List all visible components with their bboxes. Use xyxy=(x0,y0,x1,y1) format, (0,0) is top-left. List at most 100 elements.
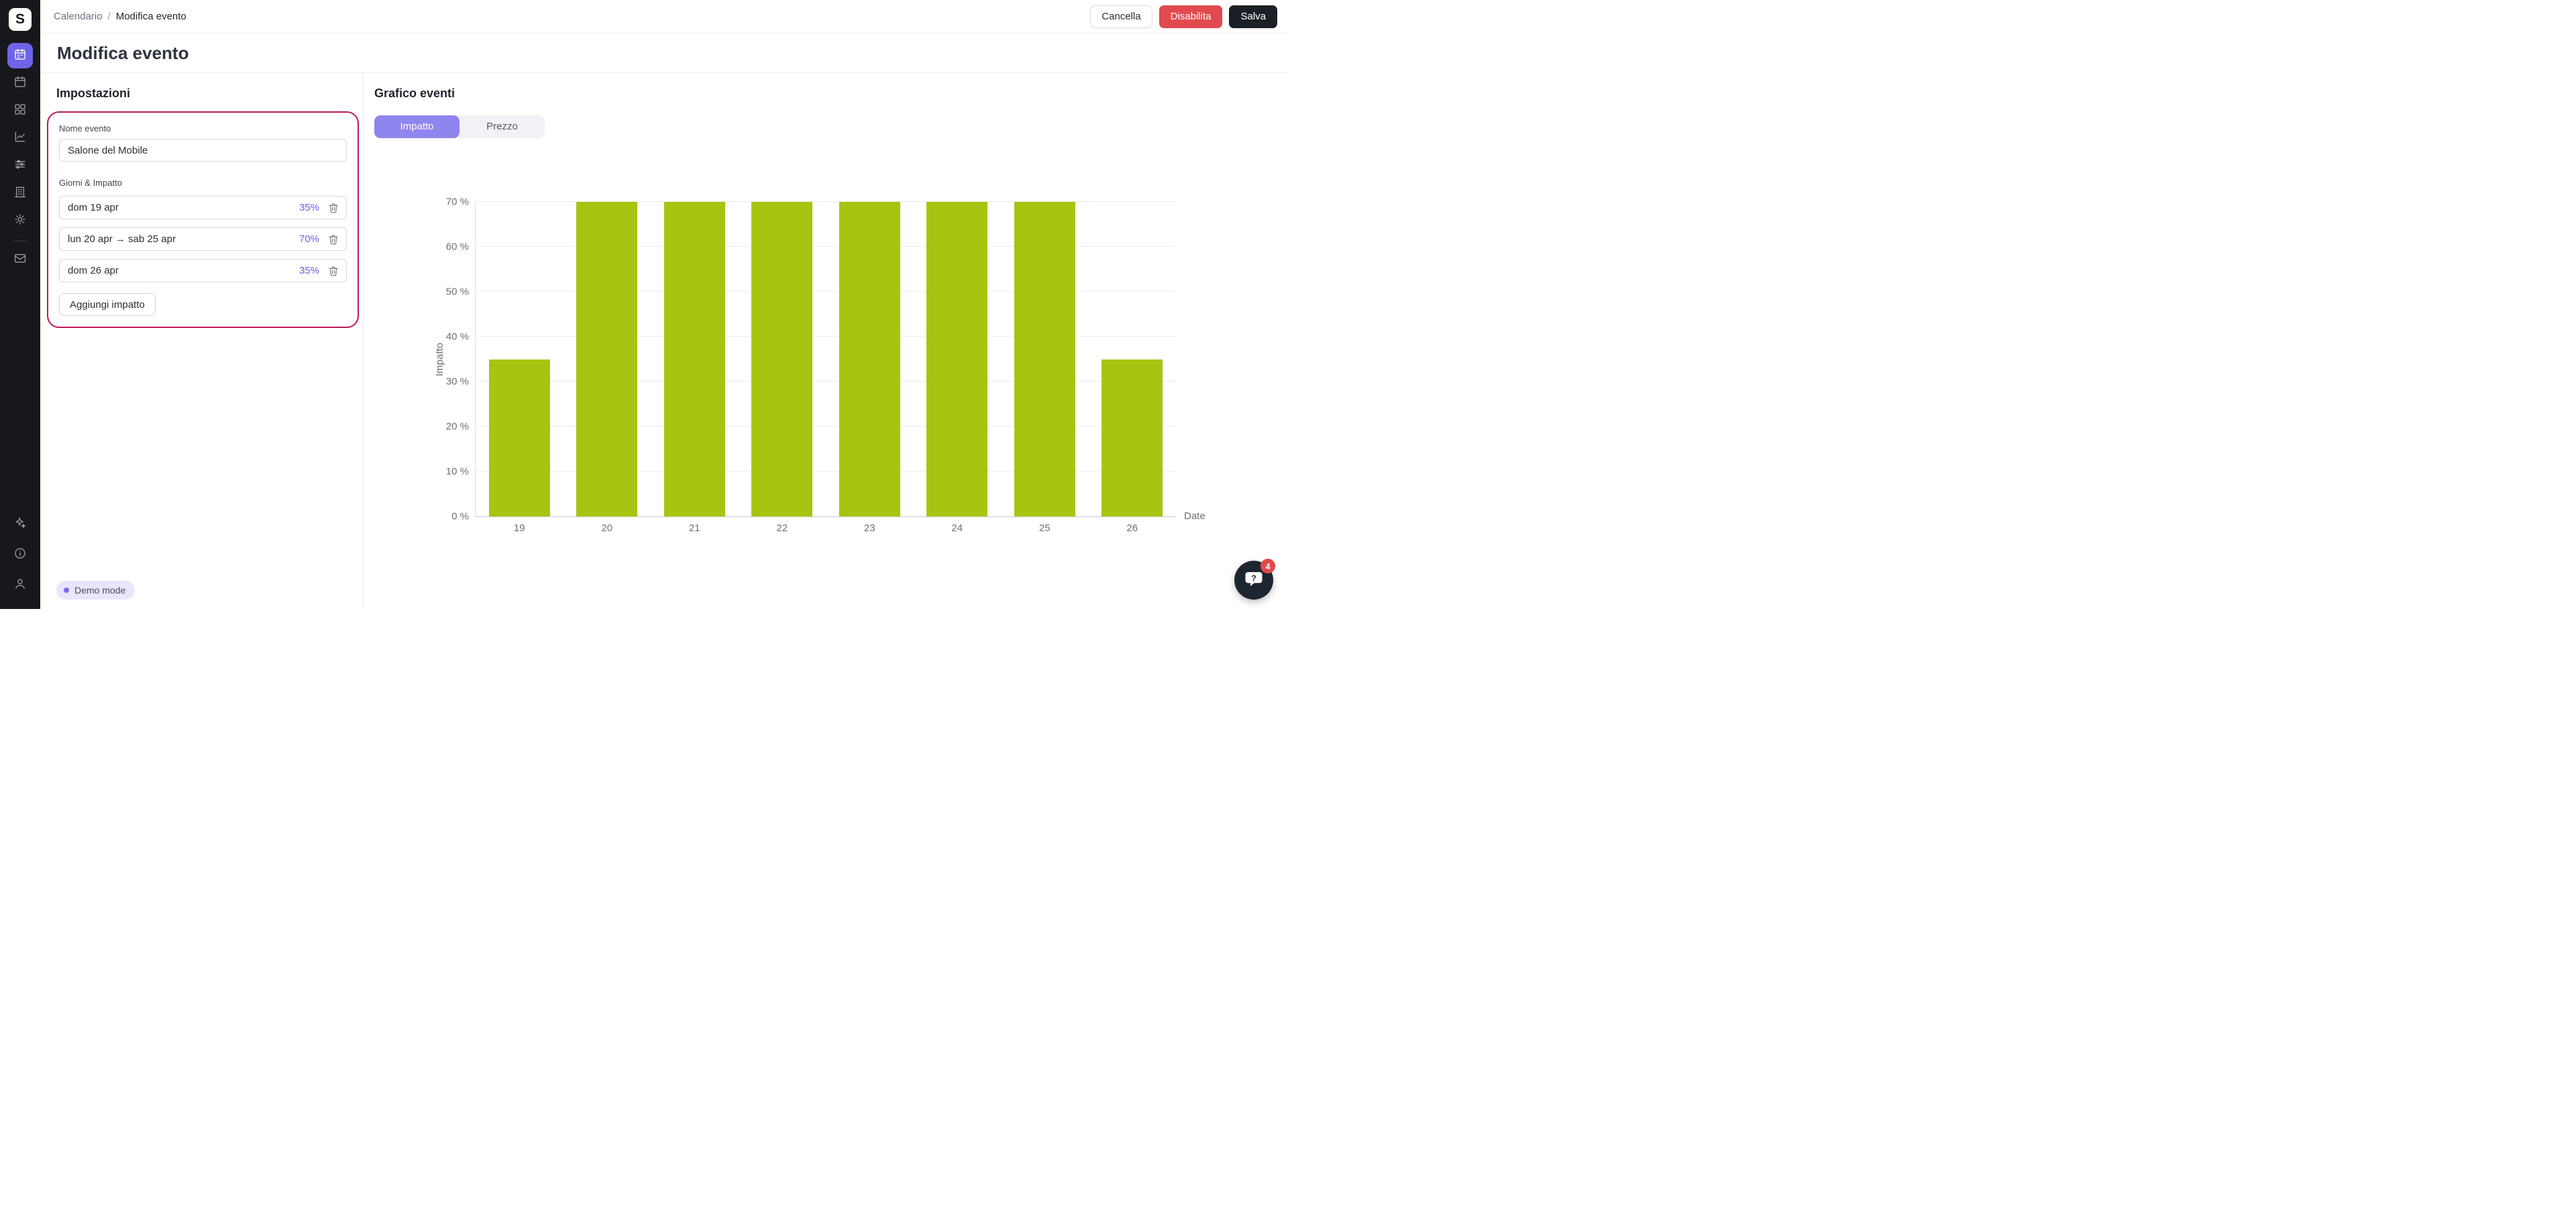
settings-highlight-card: Nome evento Giorni & Impatto dom 19 apr … xyxy=(47,111,359,328)
sidebar-nav xyxy=(7,43,33,274)
chart-bar-19 xyxy=(488,359,550,516)
impact-row-3-date: dom 26 apr xyxy=(68,265,119,276)
chart-y-tick: 70 % xyxy=(445,196,469,208)
events-chart: 19 20 21 22 23 24 25 26 Impatto Date 0 % 10 % 20 … xyxy=(434,197,1205,535)
sidebar-item-assistant[interactable] xyxy=(7,512,33,537)
app-logo[interactable]: S xyxy=(9,8,32,31)
sparkles-icon xyxy=(13,516,27,533)
impact-row-3[interactable]: dom 26 apr 35% xyxy=(59,259,347,282)
event-name-label: Nome evento xyxy=(59,123,111,133)
days-impact-label: Giorni & Impatto xyxy=(59,178,122,188)
sidebar-item-apps[interactable] xyxy=(7,98,33,123)
app-logo-letter: S xyxy=(15,11,25,27)
chart-y-tick: 50 % xyxy=(445,286,469,298)
chart-x-axis-label: Date xyxy=(1184,510,1205,522)
sidebar-item-property[interactable] xyxy=(7,180,33,206)
apps-grid-icon xyxy=(13,103,27,119)
chart-panel: Grafico eventi Impatto Prezzo 19 20 21 22 23… xyxy=(364,73,1288,609)
settings-heading: Impostazioni xyxy=(56,87,131,100)
chart-bar-23 xyxy=(839,202,900,516)
sidebar-item-analytics[interactable] xyxy=(7,125,33,151)
sidebar-item-mail[interactable] xyxy=(7,247,33,272)
sidebar-item-info[interactable] xyxy=(7,542,33,567)
chart-bar-slot: 25 xyxy=(1001,202,1089,534)
chart-bar-slot: 22 xyxy=(739,202,826,534)
info-icon xyxy=(13,547,27,563)
chart-y-tick: 0 % xyxy=(451,510,469,522)
sidebar-item-settings[interactable] xyxy=(7,208,33,233)
topbar: Calendario / Modifica evento Cancella Di… xyxy=(40,0,1288,34)
chart-x-tick: 19 xyxy=(513,522,525,534)
svg-text:?: ? xyxy=(1251,573,1256,583)
chart-line-icon xyxy=(13,130,27,147)
demo-mode-label: Demo mode xyxy=(74,585,126,596)
notification-badge: 4 xyxy=(1260,559,1275,573)
chart-x-tick: 20 xyxy=(601,522,613,534)
user-icon xyxy=(13,577,27,594)
chart-bar-24 xyxy=(926,202,988,516)
tab-prezzo[interactable]: Prezzo xyxy=(460,115,545,138)
impact-row-2-percent: 70% xyxy=(299,233,319,245)
sliders-icon xyxy=(13,158,27,174)
tab-impatto[interactable]: Impatto xyxy=(374,115,460,138)
titlebar: Modifica evento xyxy=(40,34,1288,73)
disable-button[interactable]: Disabilita xyxy=(1159,5,1223,28)
impact-row-2-date: lun 20 apr → sab 25 apr xyxy=(68,233,176,245)
sidebar-item-adjustments[interactable] xyxy=(7,153,33,178)
content: Impostazioni Nome evento Giorni & Impatt… xyxy=(40,73,1288,609)
breadcrumb: Calendario / Modifica evento xyxy=(54,11,186,22)
chart-bars: 19 20 21 22 23 24 25 26 xyxy=(476,202,1177,534)
delete-impact-3-icon[interactable] xyxy=(327,265,339,277)
demo-mode-badge: Demo mode xyxy=(56,581,136,600)
chart-bar-slot: 19 xyxy=(476,202,564,534)
chart-bar-slot: 24 xyxy=(914,202,1002,534)
app-window: S Calendario / Modifica evento Cancella … xyxy=(0,0,1288,609)
chart-heading: Grafico eventi xyxy=(374,87,455,100)
chart-y-tick: 10 % xyxy=(445,465,469,478)
chart-x-tick: 25 xyxy=(1038,522,1051,534)
chart-y-tick: 40 % xyxy=(445,331,469,343)
chart-tabs: Impatto Prezzo xyxy=(374,115,545,138)
chart-y-tick: 20 % xyxy=(445,421,469,433)
chart-y-axis-label: Impatto xyxy=(434,342,445,376)
impact-row-1[interactable]: dom 19 apr 35% xyxy=(59,196,347,219)
chart-bar-20 xyxy=(576,202,638,516)
breadcrumb-calendario[interactable]: Calendario xyxy=(54,11,103,22)
impact-row-1-percent: 35% xyxy=(299,202,319,213)
chart-bar-slot: 20 xyxy=(564,202,651,534)
impact-row-1-date: dom 19 apr xyxy=(68,202,119,213)
chart-x-tick: 23 xyxy=(863,522,875,534)
settings-gear-icon xyxy=(13,213,27,229)
cancel-button[interactable]: Cancella xyxy=(1090,5,1152,28)
settings-panel: Impostazioni Nome evento Giorni & Impatt… xyxy=(40,73,364,609)
help-button[interactable]: ? 4 xyxy=(1234,559,1275,600)
chart-bar-25 xyxy=(1014,202,1075,516)
chart-bar-26 xyxy=(1102,359,1163,516)
chart-x-tick: 24 xyxy=(951,522,963,534)
building-icon xyxy=(13,185,27,202)
sidebar-item-calendar-events[interactable] xyxy=(7,43,33,68)
chart-y-tick: 60 % xyxy=(445,241,469,253)
sidebar-item-account[interactable] xyxy=(7,572,33,598)
sidebar-bottom xyxy=(7,512,33,600)
save-button[interactable]: Salva xyxy=(1229,5,1277,28)
event-name-input[interactable] xyxy=(59,139,347,162)
chart-bar-slot: 21 xyxy=(651,202,739,534)
page-title: Modifica evento xyxy=(57,42,189,63)
calendar-events-icon xyxy=(13,48,27,64)
chart-y-tick: 30 % xyxy=(445,376,469,388)
chart-bar-slot: 23 xyxy=(826,202,914,534)
demo-mode-dot xyxy=(64,588,69,593)
sidebar: S xyxy=(0,0,40,609)
impact-row-2[interactable]: lun 20 apr → sab 25 apr 70% xyxy=(59,227,347,251)
chart-x-tick: 22 xyxy=(776,522,788,534)
delete-impact-2-icon[interactable] xyxy=(327,233,339,245)
add-impact-button[interactable]: Aggiungi impatto xyxy=(59,293,156,316)
impact-row-3-percent: 35% xyxy=(299,265,319,276)
chart-plot: 19 20 21 22 23 24 25 26 Impatto Date 0 % 10 % 20 … xyxy=(434,197,1205,535)
sidebar-item-calendar[interactable] xyxy=(7,70,33,96)
breadcrumb-separator: / xyxy=(107,11,111,22)
delete-impact-1-icon[interactable] xyxy=(327,202,339,214)
topbar-actions: Cancella Disabilita Salva xyxy=(1090,5,1277,28)
chart-bar-slot: 26 xyxy=(1089,202,1177,534)
